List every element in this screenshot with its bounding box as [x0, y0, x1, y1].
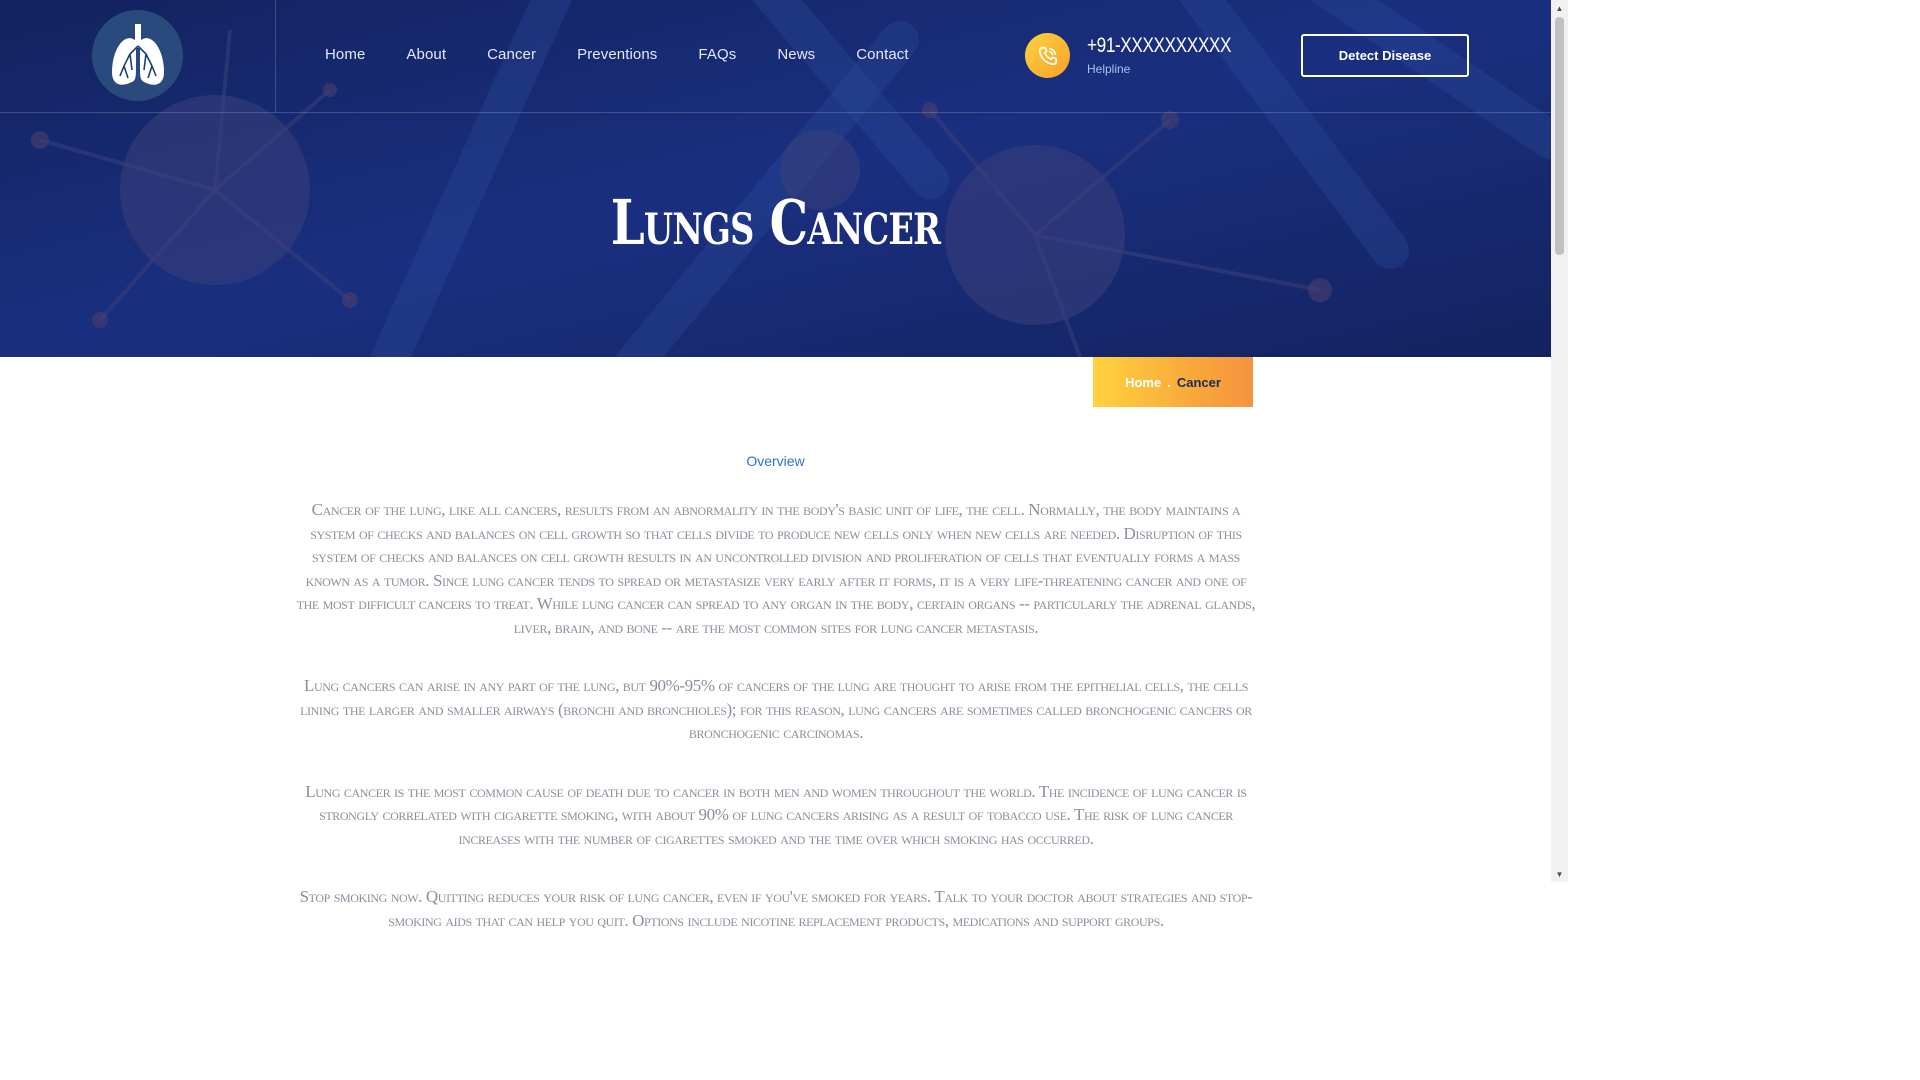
nav-item-cancer[interactable]: Cancer: [487, 46, 536, 63]
main-nav: Home About Cancer Preventions FAQs News …: [325, 46, 950, 63]
lungs-icon: [111, 23, 164, 85]
phone-call-button[interactable]: [1025, 33, 1070, 78]
section-tag: Overview: [746, 453, 805, 469]
scroll-down-arrow-icon[interactable]: ▼: [1551, 866, 1568, 882]
breadcrumb: Home . Cancer: [1093, 357, 1253, 407]
helpline-number[interactable]: +91-XXXXXXXXXX: [1087, 34, 1231, 58]
page-title: Lungs Cancer: [610, 186, 941, 259]
hero-banner: Home About Cancer Preventions FAQs News …: [0, 0, 1551, 357]
detect-disease-button[interactable]: Detect Disease: [1301, 34, 1469, 77]
nav-item-about[interactable]: About: [406, 46, 446, 63]
breadcrumb-current: Cancer: [1176, 374, 1221, 390]
scroll-up-arrow-icon[interactable]: ▲: [1551, 0, 1568, 16]
breadcrumb-home-link[interactable]: Home: [1125, 375, 1161, 390]
nav-item-contact[interactable]: Contact: [856, 46, 908, 63]
article-content: Cancer of the lung, like all cancers, re…: [296, 498, 1256, 967]
paragraph: Stop smoking now. Quitting reduces your …: [299, 887, 1253, 930]
nav-item-home[interactable]: Home: [325, 46, 365, 63]
logo-container: [0, 0, 276, 112]
nav-item-faqs[interactable]: FAQs: [698, 46, 736, 63]
site-logo[interactable]: [92, 10, 183, 101]
breadcrumb-separator: .: [1167, 374, 1171, 390]
paragraph: Cancer of the lung, like all cancers, re…: [296, 500, 1256, 637]
nav-item-news[interactable]: News: [777, 46, 815, 63]
page-scrollbar[interactable]: ▲ ▼: [1551, 0, 1568, 882]
site-header: Home About Cancer Preventions FAQs News …: [0, 0, 1551, 113]
nav-item-preventions[interactable]: Preventions: [577, 46, 657, 63]
helpline-label: Helpline: [1087, 62, 1131, 76]
phone-icon: [1038, 46, 1057, 65]
paragraph: Lung cancer is the most common cause of …: [305, 781, 1247, 848]
scrollbar-thumb[interactable]: [1555, 17, 1564, 255]
paragraph: Lung cancers can arise in any part of th…: [300, 676, 1252, 742]
